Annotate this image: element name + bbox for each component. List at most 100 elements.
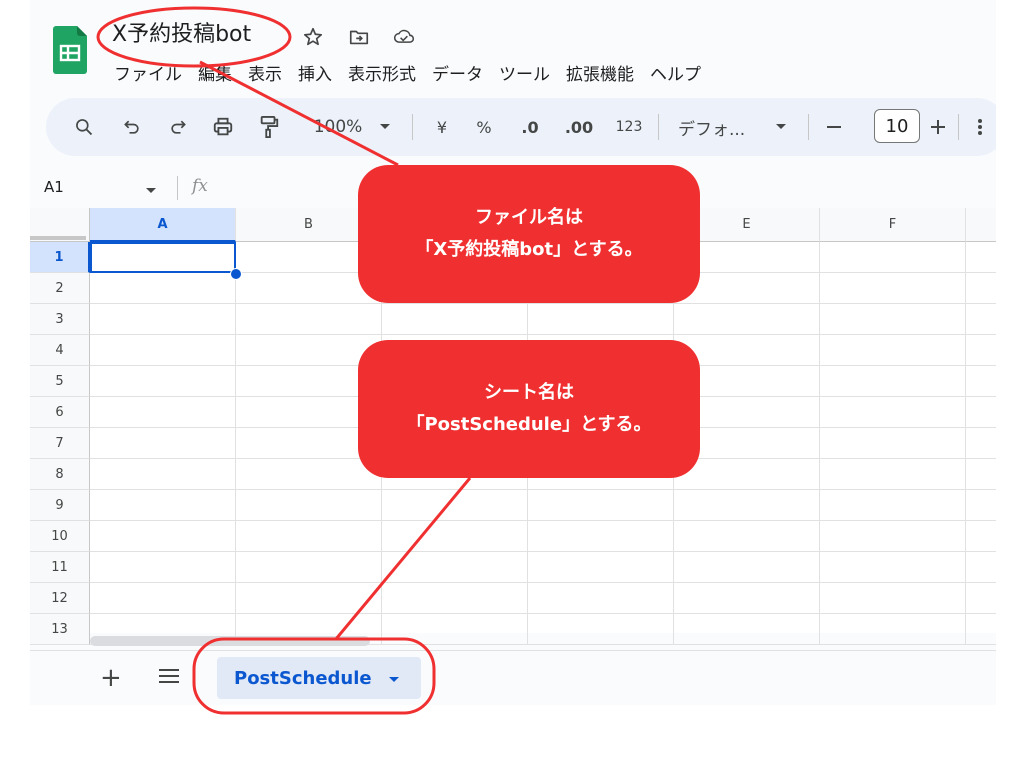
grid-cell[interactable] — [820, 366, 966, 397]
horizontal-scrollbar[interactable] — [90, 636, 370, 646]
menu-edit[interactable]: 編集 — [198, 60, 232, 85]
row-header-11[interactable]: 11 — [30, 552, 90, 583]
grid-cell[interactable] — [236, 552, 382, 583]
select-all-corner[interactable] — [30, 208, 90, 242]
menu-help[interactable]: ヘルプ — [650, 60, 701, 85]
grid-cell[interactable] — [820, 242, 966, 273]
grid-cell[interactable] — [966, 335, 996, 366]
menu-insert[interactable]: 挿入 — [298, 60, 332, 85]
grid-cell[interactable] — [820, 335, 966, 366]
grid-cell[interactable] — [966, 490, 996, 521]
row-header-12[interactable]: 12 — [30, 583, 90, 614]
name-box-dropdown-icon[interactable] — [145, 180, 157, 199]
row-header-2[interactable]: 2 — [30, 273, 90, 304]
undo-icon[interactable] — [118, 113, 146, 141]
grid-cell[interactable] — [820, 304, 966, 335]
grid-cell[interactable] — [528, 304, 674, 335]
name-box[interactable]: A1 — [44, 178, 64, 196]
grid-cell[interactable] — [382, 614, 528, 645]
decrease-font-size-icon[interactable] — [822, 113, 846, 141]
grid-cell[interactable] — [966, 397, 996, 428]
grid-cell[interactable] — [674, 552, 820, 583]
all-sheets-menu-icon[interactable] — [158, 667, 180, 689]
font-size-input[interactable]: 10 — [874, 109, 920, 143]
print-icon[interactable] — [208, 113, 238, 141]
sheet-tab-postschedule[interactable]: PostSchedule — [217, 657, 421, 699]
row-header-13[interactable]: 13 — [30, 614, 90, 645]
grid-cell[interactable] — [236, 304, 382, 335]
font-select[interactable]: デフォ... — [678, 113, 768, 141]
star-icon[interactable] — [302, 26, 324, 48]
grid-cell[interactable] — [382, 490, 528, 521]
paint-format-icon[interactable] — [254, 113, 284, 141]
grid-cell[interactable] — [90, 366, 236, 397]
frozen-row-handle[interactable] — [30, 236, 86, 240]
increase-font-size-icon[interactable] — [926, 113, 950, 141]
grid-cell[interactable] — [528, 490, 674, 521]
grid-cell[interactable] — [820, 273, 966, 304]
grid-cell[interactable] — [90, 428, 236, 459]
cloud-saved-icon[interactable] — [393, 26, 415, 48]
menu-view[interactable]: 表示 — [248, 60, 282, 85]
menu-data[interactable]: データ — [432, 60, 483, 85]
redo-icon[interactable] — [164, 113, 192, 141]
format-percent-button[interactable]: % — [472, 113, 496, 141]
grid-cell[interactable] — [674, 521, 820, 552]
grid-cell[interactable] — [820, 552, 966, 583]
row-header-9[interactable]: 9 — [30, 490, 90, 521]
menu-tools[interactable]: ツール — [499, 60, 550, 85]
grid-cell[interactable] — [90, 521, 236, 552]
document-title[interactable]: X予約投稿bot — [112, 19, 251, 51]
grid-cell[interactable] — [820, 428, 966, 459]
grid-cell[interactable] — [966, 552, 996, 583]
grid-cell[interactable] — [674, 583, 820, 614]
grid-cell[interactable] — [90, 397, 236, 428]
grid-cell[interactable] — [966, 583, 996, 614]
grid-cell[interactable] — [382, 552, 528, 583]
grid-cell[interactable] — [966, 366, 996, 397]
grid-cell[interactable] — [236, 583, 382, 614]
active-cell-selection[interactable] — [90, 242, 236, 273]
menu-format[interactable]: 表示形式 — [348, 60, 416, 85]
column-header-partial[interactable] — [966, 208, 996, 242]
font-dropdown-icon[interactable] — [772, 113, 790, 141]
column-header-a[interactable]: A — [90, 208, 236, 242]
row-header-3[interactable]: 3 — [30, 304, 90, 335]
grid-cell[interactable] — [90, 459, 236, 490]
column-header-f[interactable]: F — [820, 208, 966, 242]
grid-cell[interactable] — [90, 583, 236, 614]
row-header-8[interactable]: 8 — [30, 459, 90, 490]
grid-cell[interactable] — [820, 614, 966, 645]
row-header-4[interactable]: 4 — [30, 335, 90, 366]
google-sheets-logo-icon[interactable] — [53, 26, 87, 74]
grid-cell[interactable] — [382, 583, 528, 614]
grid-cell[interactable] — [674, 459, 820, 490]
grid-cell[interactable] — [236, 490, 382, 521]
grid-cell[interactable] — [820, 490, 966, 521]
fill-handle[interactable] — [230, 268, 242, 280]
search-menus-icon[interactable] — [70, 113, 98, 141]
grid-cell[interactable] — [528, 583, 674, 614]
decrease-decimal-button[interactable]: .0 — [516, 113, 544, 141]
move-to-folder-icon[interactable] — [348, 26, 370, 48]
zoom-dropdown-icon[interactable] — [376, 113, 394, 141]
grid-cell[interactable] — [382, 521, 528, 552]
zoom-select[interactable]: 100% — [308, 113, 368, 141]
row-header-7[interactable]: 7 — [30, 428, 90, 459]
row-header-5[interactable]: 5 — [30, 366, 90, 397]
grid-cell[interactable] — [966, 242, 996, 273]
more-options-icon[interactable] — [972, 113, 988, 141]
grid-cell[interactable] — [382, 304, 528, 335]
grid-cell[interactable] — [820, 459, 966, 490]
grid-cell[interactable] — [966, 304, 996, 335]
grid-cell[interactable] — [966, 273, 996, 304]
grid-cell[interactable] — [966, 521, 996, 552]
row-header-6[interactable]: 6 — [30, 397, 90, 428]
grid-cell[interactable] — [90, 304, 236, 335]
grid-cell[interactable] — [236, 521, 382, 552]
increase-decimal-button[interactable]: .00 — [562, 113, 596, 141]
row-header-1[interactable]: 1 — [30, 242, 90, 273]
menu-file[interactable]: ファイル — [114, 60, 182, 85]
more-formats-button[interactable]: 123 — [612, 113, 646, 141]
menu-extensions[interactable]: 拡張機能 — [566, 60, 634, 85]
